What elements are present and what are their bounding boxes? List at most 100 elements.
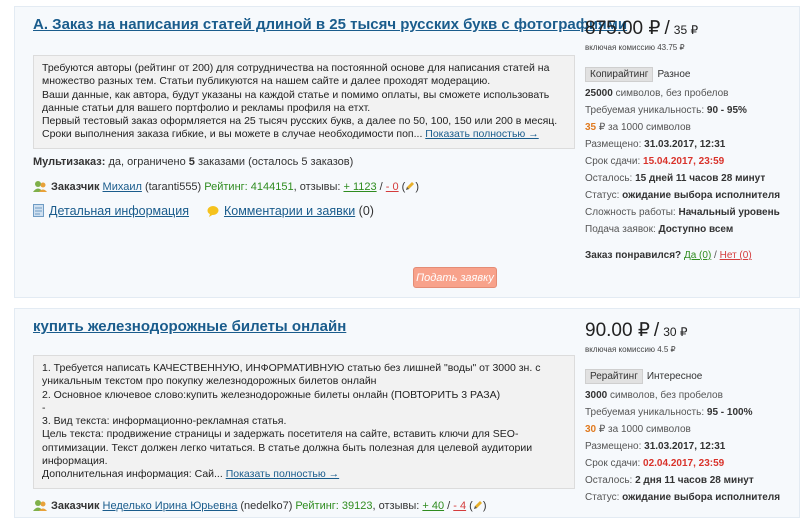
commission-note: включая комиссию 43.75 ₽ bbox=[585, 43, 685, 52]
customer-icon bbox=[33, 500, 47, 511]
description-line-text: Дополнительная информация: Сай... bbox=[42, 468, 223, 481]
reviews-paren-close: ) bbox=[482, 500, 487, 512]
customer-login: (nedelko7) bbox=[237, 500, 296, 512]
rating-value: 39123 bbox=[338, 500, 373, 512]
meta-apply-value: Доступно всем bbox=[658, 224, 734, 235]
reviews-negative-link[interactable]: - 0 bbox=[386, 181, 399, 193]
order-description: 1. Требуется написать КАЧЕСТВЕННУЮ, ИНФО… bbox=[33, 355, 575, 489]
meta-deadline-value: 02.04.2017, 23:59 bbox=[643, 458, 725, 469]
order-links: Детальная информация Комментарии и заявки… bbox=[33, 204, 374, 218]
meta-placed-label: Размещено: bbox=[585, 441, 645, 452]
meta-rate-text: ₽ за 1000 символов bbox=[596, 122, 691, 133]
comments-link[interactable]: Комментарии и заявки bbox=[224, 204, 355, 218]
category-row: Копирайтинг Разное bbox=[585, 67, 690, 82]
meta-chars: 3000 символов, без пробелов bbox=[585, 387, 799, 404]
meta-uniqueness: Требуемая уникальность: 90 - 95% bbox=[585, 102, 799, 119]
liked-yes-link[interactable]: Да (0) bbox=[684, 250, 711, 261]
customer-info: Заказчик Михаил (taranti555) Рейтинг: 41… bbox=[33, 180, 419, 193]
customer-label: Заказчик bbox=[51, 181, 100, 193]
reviews-label: , отзывы: bbox=[372, 500, 423, 512]
meta-rate: 35 ₽ за 1000 символов bbox=[585, 119, 799, 136]
meta-left-label: Осталось: bbox=[585, 173, 636, 184]
reviews-separator: / bbox=[376, 181, 386, 193]
meta-status: Статус: ожидание выбора исполнителя bbox=[585, 489, 799, 506]
price-slash: / bbox=[653, 320, 660, 341]
meta-rate-value: 35 bbox=[585, 122, 597, 133]
description-line: оптимизации. Текст должен легко читаться… bbox=[42, 441, 533, 454]
meta-placed-value: 31.03.2017, 12:31 bbox=[644, 139, 726, 150]
meta-placed-label: Размещено: bbox=[585, 139, 645, 150]
liked-no-link[interactable]: Нет (0) bbox=[720, 250, 752, 261]
order-price: 90.00 ₽/30 ₽ bbox=[585, 319, 688, 342]
price-net: 35 ₽ bbox=[673, 23, 699, 37]
pencil-icon[interactable] bbox=[473, 500, 483, 510]
meta-chars-text: символов, без пробелов bbox=[607, 390, 723, 401]
reviews-positive-link[interactable]: + 1123 bbox=[343, 181, 376, 193]
pencil-icon[interactable] bbox=[405, 181, 415, 191]
meta-applications: Подача заявок: Доступно всем bbox=[585, 221, 799, 238]
multi-order-label: Мультизаказ: bbox=[33, 156, 106, 168]
multi-order-info: Мультизаказ: да, ограничено 5 заказами (… bbox=[33, 156, 353, 168]
price-slash: / bbox=[664, 18, 670, 39]
document-icon bbox=[33, 204, 44, 217]
apply-button[interactable]: Подать заявку bbox=[413, 267, 497, 288]
order-title-link[interactable]: А. Заказ на написания статей длиной в 25… bbox=[33, 16, 627, 33]
meta-left-value: 15 дней 11 часов 28 минут bbox=[635, 173, 766, 184]
customer-name-link[interactable]: Михаил bbox=[103, 181, 142, 193]
show-more-link[interactable]: Показать полностью → bbox=[425, 128, 538, 140]
meta-uniq-value: 90 - 95% bbox=[706, 105, 747, 116]
description-line: 1. Требуется написать КАЧЕСТВЕННУЮ, ИНФО… bbox=[42, 362, 541, 374]
meta-rate-text: ₽ за 1000 символов bbox=[596, 424, 691, 435]
details-link[interactable]: Детальная информация bbox=[49, 204, 189, 218]
price-value: 875.00 ₽ bbox=[585, 18, 661, 39]
order-price: 875.00 ₽/35 ₽ bbox=[585, 17, 698, 40]
price-value: 90.00 ₽ bbox=[585, 320, 650, 341]
show-more-link[interactable]: Показать полностью → bbox=[226, 468, 339, 480]
order-title-link[interactable]: купить железнодорожные билеты онлайн bbox=[33, 318, 346, 335]
subcategory: Разное bbox=[657, 69, 691, 80]
reviews-positive-link[interactable]: + 40 bbox=[422, 500, 444, 512]
meta-status: Статус: ожидание выбора исполнителя bbox=[585, 187, 799, 204]
meta-placed-value: 31.03.2017, 12:31 bbox=[644, 441, 726, 452]
meta-deadline-label: Срок сдачи: bbox=[585, 458, 644, 469]
customer-name-link[interactable]: Неделько Ирина Юрьевна bbox=[103, 500, 238, 512]
category-badge[interactable]: Рерайтинг bbox=[585, 369, 643, 384]
comments-count: (0) bbox=[355, 204, 374, 218]
meta-chars-text: символов, без пробелов bbox=[612, 88, 729, 99]
meta-rate-value: 30 bbox=[585, 424, 597, 435]
description-line: - bbox=[42, 401, 46, 414]
meta-uniq-label: Требуемая уникальность: bbox=[585, 407, 707, 418]
description-line: 3. Вид текста: информационно-рекламная с… bbox=[42, 415, 287, 428]
description-line-last: Сроки выполнения заказа гибкие, и вы мож… bbox=[42, 128, 566, 141]
multi-order-text: да, ограничено bbox=[105, 156, 189, 168]
comment-icon bbox=[207, 206, 219, 217]
price-net: 30 ₽ bbox=[663, 325, 688, 339]
meta-chars: 25000 символов, без пробелов bbox=[585, 85, 799, 102]
commission-note: включая комиссию 4.5 ₽ bbox=[585, 345, 676, 354]
meta-time-left: Осталось: 2 дня 11 часов 28 минут bbox=[585, 472, 799, 489]
meta-deadline-label: Срок сдачи: bbox=[585, 156, 644, 167]
description-line: 2. Основное ключевое слово:купить железн… bbox=[42, 388, 501, 401]
reviews-paren-close: ) bbox=[415, 181, 420, 193]
reviews-negative-link[interactable]: - 4 bbox=[453, 500, 466, 512]
order-description: Требуются авторы (рейтинг от 200) для со… bbox=[33, 55, 575, 149]
meta-status-label: Статус: bbox=[585, 492, 623, 503]
reviews-paren-open: ( bbox=[398, 181, 406, 193]
rating-label: Рейтинг: bbox=[204, 181, 248, 193]
description-line: информация. bbox=[42, 455, 108, 468]
meta-rate: 30 ₽ за 1000 символов bbox=[585, 421, 799, 438]
meta-left-label: Осталось: bbox=[585, 475, 636, 486]
description-line-last: Дополнительная информация: Сай... Показа… bbox=[42, 468, 566, 481]
meta-complexity: Сложность работы: Начальный уровень bbox=[585, 204, 799, 221]
meta-complexity-label: Сложность работы: bbox=[585, 207, 679, 218]
customer-login: (taranti555) bbox=[141, 181, 205, 193]
meta-chars-value: 3000 bbox=[585, 390, 608, 401]
meta-uniqueness: Требуемая уникальность: 95 - 100% bbox=[585, 404, 799, 421]
meta-status-value: ожидание выбора исполнителя bbox=[622, 190, 781, 201]
category-badge[interactable]: Копирайтинг bbox=[585, 67, 654, 82]
description-line: множество разных тем. Статьи публикуются… bbox=[42, 75, 491, 88]
meta-placed: Размещено: 31.03.2017, 12:31 bbox=[585, 136, 799, 153]
meta-placed: Размещено: 31.03.2017, 12:31 bbox=[585, 438, 799, 455]
description-line: Требуются авторы (рейтинг от 200) для со… bbox=[42, 62, 550, 74]
meta-left-value: 2 дня 11 часов 28 минут bbox=[635, 475, 754, 486]
